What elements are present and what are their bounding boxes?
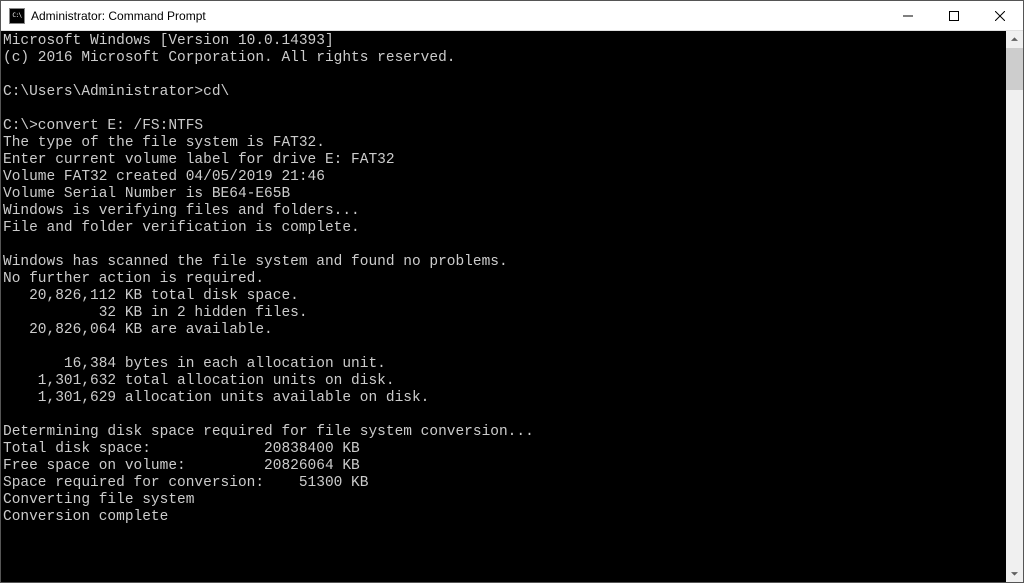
maximize-icon bbox=[949, 11, 959, 21]
chevron-down-icon bbox=[1011, 570, 1018, 577]
terminal-line bbox=[3, 101, 1006, 118]
terminal-line bbox=[3, 407, 1006, 424]
terminal-line: Determining disk space required for file… bbox=[3, 424, 1006, 441]
terminal-line: (c) 2016 Microsoft Corporation. All righ… bbox=[3, 50, 1006, 67]
terminal-line: 32 KB in 2 hidden files. bbox=[3, 305, 1006, 322]
terminal-line: Volume FAT32 created 04/05/2019 21:46 bbox=[3, 169, 1006, 186]
terminal-line: Converting file system bbox=[3, 492, 1006, 509]
terminal-line: Volume Serial Number is BE64-E65B bbox=[3, 186, 1006, 203]
terminal-line: 20,826,064 KB are available. bbox=[3, 322, 1006, 339]
maximize-button[interactable] bbox=[931, 1, 977, 30]
terminal-line bbox=[3, 67, 1006, 84]
terminal-line: Total disk space: 20838400 KB bbox=[3, 441, 1006, 458]
terminal-line: Windows is verifying files and folders..… bbox=[3, 203, 1006, 220]
window-title: Administrator: Command Prompt bbox=[31, 9, 885, 23]
terminal-area: Microsoft Windows [Version 10.0.14393](c… bbox=[1, 31, 1023, 582]
minimize-button[interactable] bbox=[885, 1, 931, 30]
window-controls bbox=[885, 1, 1023, 30]
terminal-line: Free space on volume: 20826064 KB bbox=[3, 458, 1006, 475]
close-button[interactable] bbox=[977, 1, 1023, 30]
titlebar[interactable]: C:\ Administrator: Command Prompt bbox=[1, 1, 1023, 31]
close-icon bbox=[995, 11, 1005, 21]
terminal-output[interactable]: Microsoft Windows [Version 10.0.14393](c… bbox=[1, 31, 1006, 582]
terminal-line bbox=[3, 339, 1006, 356]
terminal-line: Conversion complete bbox=[3, 509, 1006, 526]
terminal-line: No further action is required. bbox=[3, 271, 1006, 288]
scroll-thumb[interactable] bbox=[1006, 48, 1023, 90]
terminal-line: Windows has scanned the file system and … bbox=[3, 254, 1006, 271]
vertical-scrollbar[interactable] bbox=[1006, 31, 1023, 582]
minimize-icon bbox=[903, 11, 913, 21]
terminal-line: Microsoft Windows [Version 10.0.14393] bbox=[3, 33, 1006, 50]
terminal-line: 1,301,632 total allocation units on disk… bbox=[3, 373, 1006, 390]
terminal-line: Enter current volume label for drive E: … bbox=[3, 152, 1006, 169]
terminal-line: 16,384 bytes in each allocation unit. bbox=[3, 356, 1006, 373]
scroll-down-button[interactable] bbox=[1006, 565, 1023, 582]
terminal-line: Space required for conversion: 51300 KB bbox=[3, 475, 1006, 492]
terminal-line: C:\>convert E: /FS:NTFS bbox=[3, 118, 1006, 135]
chevron-up-icon bbox=[1011, 36, 1018, 43]
command-prompt-window: C:\ Administrator: Command Prompt Micros… bbox=[0, 0, 1024, 583]
terminal-line: 1,301,629 allocation units available on … bbox=[3, 390, 1006, 407]
terminal-line: File and folder verification is complete… bbox=[3, 220, 1006, 237]
terminal-line: 20,826,112 KB total disk space. bbox=[3, 288, 1006, 305]
terminal-line: The type of the file system is FAT32. bbox=[3, 135, 1006, 152]
cmd-icon: C:\ bbox=[9, 8, 25, 24]
terminal-line bbox=[3, 237, 1006, 254]
terminal-line: C:\Users\Administrator>cd\ bbox=[3, 84, 1006, 101]
scroll-track[interactable] bbox=[1006, 48, 1023, 565]
scroll-up-button[interactable] bbox=[1006, 31, 1023, 48]
